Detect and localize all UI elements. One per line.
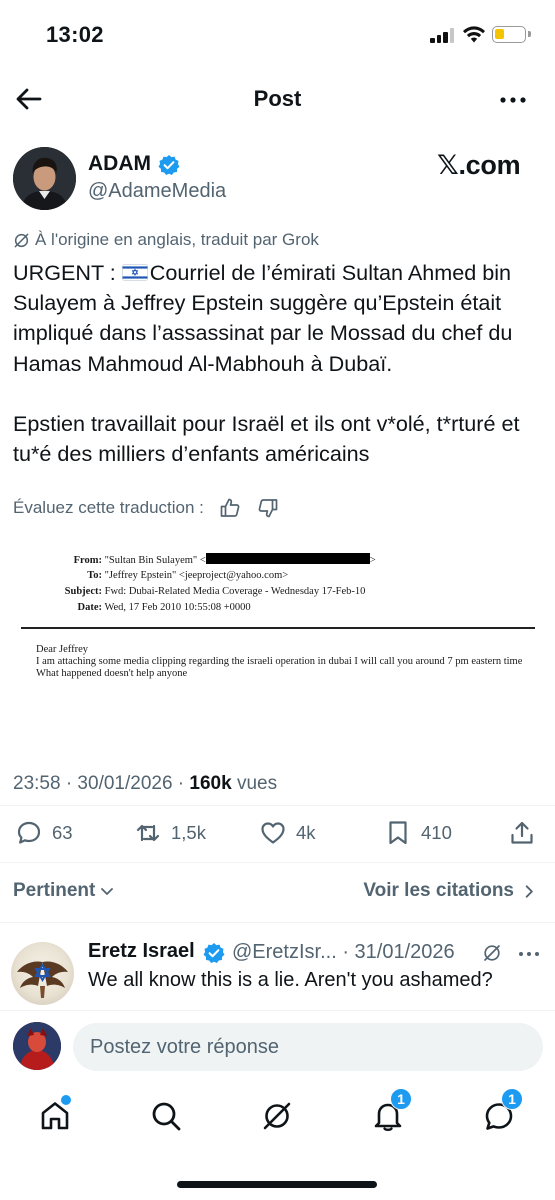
grok-icon [14, 233, 29, 247]
reply-count: 63 [52, 822, 73, 843]
current-user-avatar[interactable] [13, 1022, 61, 1070]
view-quotes-link[interactable]: Voir les citations [363, 880, 537, 902]
translated-note-text: À l'origine en anglais, traduit par Grok [35, 230, 319, 249]
search-icon [152, 1102, 181, 1131]
share-icon [511, 821, 533, 844]
unread-dot [61, 1095, 71, 1105]
redaction-bar [205, 553, 370, 564]
grok-translate-icon[interactable] [482, 943, 502, 963]
nav-grok[interactable] [255, 1094, 299, 1138]
heart-icon [261, 822, 285, 844]
sort-replies-label: Pertinent [13, 880, 96, 901]
cellular-signal-icon [430, 27, 456, 43]
view-quotes-label: Voir les citations [363, 880, 514, 901]
email-greeting: Dear Jeffrey [36, 644, 88, 655]
divider [0, 862, 555, 863]
author-handle[interactable]: @AdameMedia [88, 180, 226, 203]
views-count[interactable]: 160k [189, 773, 231, 794]
bookmark-icon [389, 821, 407, 845]
email-from-label: From: [73, 555, 102, 566]
email-to-label: To: [87, 570, 102, 581]
reply-author-name[interactable]: Eretz Israel [88, 940, 195, 963]
email-to-row: To: "Jeffrey Epstein" <jeeproject@yahoo.… [13, 570, 288, 581]
email-from-row: From: "Sultan Bin Sulayem" < > [13, 553, 376, 566]
email-date-label: Date: [77, 602, 103, 613]
tweet-text: URGENT : Courriel de l’émirati Sultan Ah… [13, 258, 548, 469]
email-subject-value: Fwd: Dubai-Related Media Coverage - Wedn… [104, 586, 366, 597]
thumbs-up-icon[interactable] [218, 496, 242, 520]
author-avatar[interactable] [13, 147, 76, 210]
reply-icon [17, 821, 41, 844]
email-date-value: Wed, 17 Feb 2010 10:55:08 +0000 [104, 602, 251, 613]
notifications-badge: 1 [390, 1088, 412, 1110]
email-date-row: Date: Wed, 17 Feb 2010 10:55:08 +0000 [13, 602, 251, 613]
grok-icon [263, 1102, 291, 1130]
tweet-text-prefix: URGENT : [13, 260, 122, 285]
post-timestamp: 23:58 · 30/01/2026 · [13, 773, 190, 794]
x-com-watermark: 𝕏.com [437, 150, 521, 180]
messages-badge: 1 [501, 1088, 523, 1110]
email-divider [21, 627, 535, 629]
reply-author-avatar[interactable] [11, 942, 74, 1005]
page-title: Post [253, 86, 302, 111]
post-meta: 23:58 · 30/01/2026 · 160k vues [13, 773, 277, 795]
sort-replies-dropdown[interactable]: Pertinent [13, 880, 115, 902]
status-time: 13:02 [46, 22, 104, 47]
verified-badge-icon [203, 943, 225, 963]
bookmark-button[interactable]: 410 [384, 815, 452, 851]
repost-count: 1,5k [171, 822, 206, 843]
email-body-line: I am attaching some media clipping regar… [36, 656, 523, 667]
email-subject-row: Subject: Fwd: Dubai-Related Media Covera… [13, 586, 366, 597]
email-from-value: "Sultan Bin Sulayem" < [104, 555, 206, 566]
reply-text: We all know this is a lie. Aren't you as… [88, 969, 493, 991]
divider [0, 922, 555, 923]
like-count: 4k [296, 822, 316, 843]
share-button[interactable] [508, 815, 536, 851]
tweet-text-body: Courriel de l’émirati Sultan Ahmed bin S… [13, 260, 520, 467]
email-to-value: "Jeffrey Epstein" <jeeproject@yahoo.com> [104, 570, 289, 581]
battery-icon [492, 26, 531, 43]
reply-composer-input[interactable] [73, 1023, 543, 1071]
top-app-bar: Post [0, 72, 555, 128]
reply-more-options-icon[interactable] [517, 946, 541, 962]
nav-home[interactable] [33, 1094, 77, 1138]
email-from-close: > [369, 555, 376, 566]
reply-author-handle-date[interactable]: @EretzIsr... · 31/01/2026 [232, 941, 455, 964]
action-bar: 63 1,5k 4k 410 [0, 815, 555, 855]
email-screenshot-image[interactable]: From: "Sultan Bin Sulayem" < > To: "Jeffr… [13, 534, 543, 756]
email-subject-label: Subject: [64, 586, 102, 597]
chevron-right-icon [525, 884, 533, 898]
translated-by-grok-note: À l'origine en anglais, traduit par Grok [13, 230, 319, 250]
home-indicator [177, 1181, 377, 1188]
divider [0, 805, 555, 806]
status-bar: 13:02 [0, 0, 555, 70]
more-options-icon[interactable] [497, 86, 529, 114]
divider [0, 1010, 555, 1011]
wifi-icon [463, 26, 485, 43]
like-button[interactable]: 4k [259, 815, 316, 851]
nav-messages[interactable]: 1 [477, 1088, 523, 1138]
email-body: Dear Jeffrey I am attaching some media c… [36, 644, 536, 680]
thumbs-down-icon[interactable] [256, 496, 280, 520]
nav-notifications[interactable]: 1 [366, 1088, 412, 1138]
verified-badge-icon [158, 155, 180, 175]
reply-button[interactable]: 63 [15, 815, 73, 851]
rate-translation-label: Évaluez cette traduction : [13, 498, 204, 517]
author-name[interactable]: ADAM [88, 152, 151, 176]
israel-flag-icon [121, 264, 148, 281]
chevron-down-icon [101, 888, 114, 895]
email-body-line: What happened doesn't help anyone [36, 668, 188, 679]
repost-button[interactable]: 1,5k [134, 815, 206, 851]
repost-icon [136, 824, 160, 842]
bookmark-count: 410 [421, 822, 452, 843]
bottom-navigation: 1 1 [0, 1086, 555, 1156]
views-label: vues [231, 773, 278, 794]
nav-search[interactable] [144, 1094, 188, 1138]
rate-translation-row: Évaluez cette traduction : [13, 496, 280, 520]
